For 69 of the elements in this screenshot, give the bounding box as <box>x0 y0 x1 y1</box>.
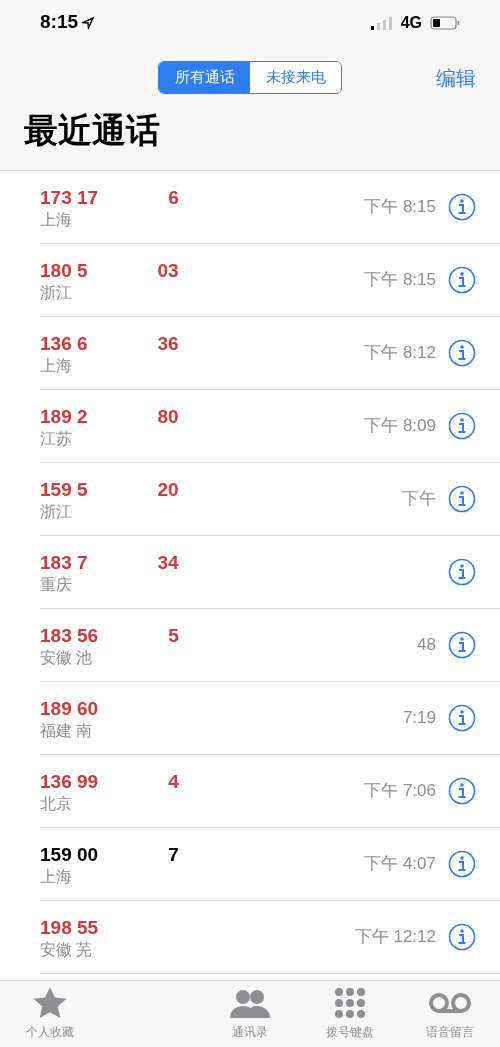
info-icon[interactable] <box>448 850 476 878</box>
call-time: 下午 <box>402 488 436 511</box>
tab-bar-item[interactable]: 语音留言 <box>400 981 500 1047</box>
call-time: 下午 8:15 <box>364 196 436 219</box>
phone-number: 189 2 <box>40 404 88 429</box>
segment-tab[interactable]: 未接来电 <box>250 62 341 93</box>
phone-number: 180 5 <box>40 258 88 283</box>
people-icon <box>230 988 270 1018</box>
clock: 8:15 <box>40 10 79 35</box>
phone-number-tail: 36 <box>157 331 179 356</box>
call-location: 浙江 <box>40 501 73 522</box>
info-icon[interactable] <box>448 631 476 659</box>
call-time: 下午 12:12 <box>354 926 436 949</box>
phone-number-tail: 5 <box>168 623 179 648</box>
tab-bar-item[interactable]: 个人收藏 <box>0 981 100 1047</box>
phone-number-tail: 7 <box>168 842 179 867</box>
location-arrow-icon <box>82 16 95 29</box>
phone-number: 159 00 <box>40 842 99 867</box>
phone-number-tail: 20 <box>157 477 179 502</box>
phone-number-tail: 6 <box>168 185 179 210</box>
call-location: 北京 <box>40 793 73 814</box>
phone-number-tail: 4 <box>168 769 179 794</box>
call-location: 浙江 <box>40 282 73 303</box>
star-icon <box>33 987 67 1019</box>
tab-bar-item[interactable]: 通讯录 <box>200 981 300 1047</box>
call-location: 上海 <box>40 866 73 887</box>
call-time: 下午 4:07 <box>364 853 436 876</box>
battery-icon <box>430 15 460 30</box>
phone-number: 183 7 <box>40 550 88 575</box>
call-location: 上海 <box>40 209 73 230</box>
call-location: 安徽 池 <box>40 647 94 668</box>
call-location: 江苏 <box>40 428 73 449</box>
info-icon[interactable] <box>448 412 476 440</box>
network-type: 4G <box>400 12 422 33</box>
phone-number-tail: 34 <box>157 550 179 575</box>
phone-number: 136 99 <box>40 769 99 794</box>
info-icon[interactable] <box>448 777 476 805</box>
info-icon[interactable] <box>448 704 476 732</box>
call-time: 7:19 <box>402 707 436 730</box>
info-icon[interactable] <box>448 558 476 586</box>
info-icon[interactable] <box>448 266 476 294</box>
phone-number: 136 6 <box>40 331 88 356</box>
info-icon[interactable] <box>448 193 476 221</box>
phone-number-tail: 80 <box>157 404 179 429</box>
voicemail-icon <box>428 992 472 1014</box>
call-location: 上海 <box>40 355 73 376</box>
phone-number: 159 5 <box>40 477 88 502</box>
call-time: 48 <box>417 634 436 657</box>
page-title: 最近通话 <box>24 110 160 150</box>
call-time: 下午 8:09 <box>364 415 436 438</box>
info-icon[interactable] <box>448 485 476 513</box>
phone-number-tail: 03 <box>157 258 179 283</box>
info-icon[interactable] <box>448 339 476 367</box>
call-time: 下午 8:15 <box>364 269 436 292</box>
call-location: 安徽 芜 <box>40 939 94 960</box>
call-time: 下午 8:12 <box>364 342 436 365</box>
call-time: 下午 7:06 <box>364 780 436 803</box>
phone-number: 198 55 <box>40 915 99 940</box>
signal-icon <box>370 15 393 30</box>
phone-number: 173 17 <box>40 185 99 210</box>
edit-button[interactable]: 编辑 <box>436 62 476 93</box>
call-location: 重庆 <box>40 574 73 595</box>
keypad-icon <box>335 988 365 1018</box>
call-location: 福建 南 <box>40 720 94 741</box>
phone-number: 189 60 <box>40 696 99 721</box>
segment-tab[interactable]: 所有通话 <box>159 62 250 93</box>
tab-bar-item[interactable]: 拨号键盘 <box>300 981 400 1047</box>
info-icon[interactable] <box>448 923 476 951</box>
phone-number: 183 56 <box>40 623 99 648</box>
